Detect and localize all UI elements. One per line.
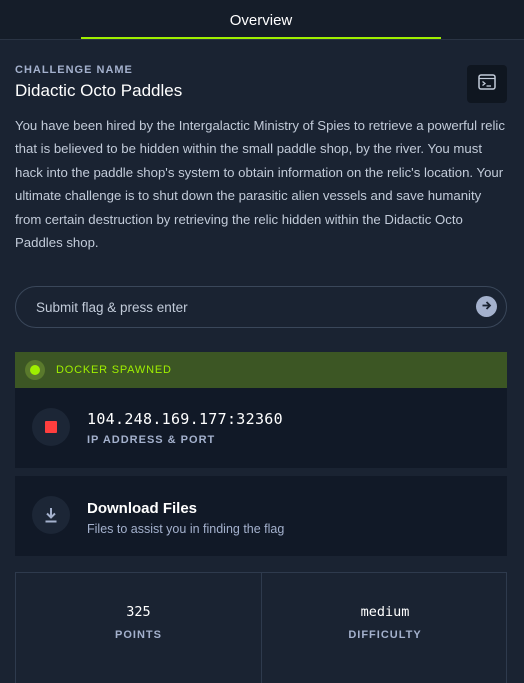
challenge-name-label: CHALLENGE NAME [15, 64, 133, 76]
submit-flag-button[interactable] [476, 296, 497, 317]
console-button[interactable] [467, 65, 507, 103]
points-value: 325 [126, 604, 151, 620]
ip-address-label: IP ADDRESS & PORT [87, 434, 216, 446]
stop-icon [45, 421, 57, 433]
instance-card: 104.248.169.177:32360 IP ADDRESS & PORT [15, 388, 507, 468]
challenge-description: You have been hired by the Intergalactic… [15, 118, 505, 251]
flag-form [15, 286, 507, 328]
points-label: POINTS [115, 629, 162, 641]
download-subtitle: Files to assist you in finding the flag [87, 522, 285, 536]
tab-bar: Overview [0, 0, 524, 40]
challenge-title: Didactic Octo Paddles [15, 81, 183, 100]
tab-overview[interactable]: Overview [81, 0, 441, 40]
points-stat: 325 POINTS [16, 573, 262, 683]
download-icon [32, 496, 70, 534]
status-dot-icon [25, 360, 45, 380]
difficulty-stat: medium DIFFICULTY [262, 573, 508, 683]
docker-status-bar: DOCKER SPAWNED [15, 352, 507, 388]
download-files-button[interactable]: Download Files Files to assist you in fi… [15, 476, 507, 556]
stop-instance-button[interactable] [32, 408, 70, 446]
arrow-right-icon [481, 298, 492, 316]
download-title: Download Files [87, 500, 198, 517]
flag-input[interactable] [36, 287, 466, 327]
difficulty-value: medium [360, 604, 410, 620]
terminal-icon [478, 73, 496, 95]
difficulty-label: DIFFICULTY [348, 629, 422, 641]
docker-status-text: DOCKER SPAWNED [56, 364, 172, 376]
ip-address[interactable]: 104.248.169.177:32360 [87, 410, 283, 428]
challenge-stats: 325 POINTS medium DIFFICULTY [15, 572, 507, 683]
tab-active-indicator [81, 37, 441, 39]
